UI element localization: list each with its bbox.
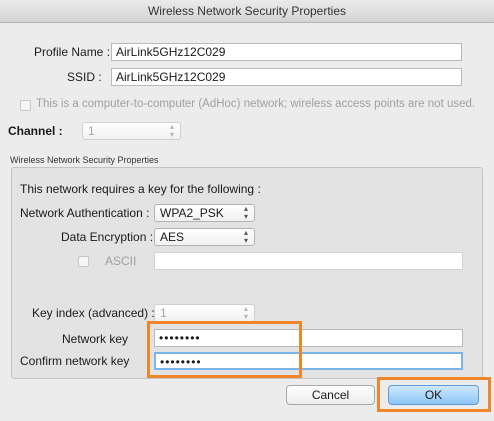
window-title-bar: Wireless Network Security Properties: [0, 0, 494, 23]
confirm-network-key-label: Confirm network key: [20, 354, 130, 368]
network-key-label: Network key: [62, 332, 129, 346]
network-auth-select[interactable]: WPA2_PSK ▴ ▾: [154, 204, 255, 222]
updown-arrows-icon: ▴ ▾: [243, 204, 248, 221]
network-key-input[interactable]: ••••••••: [154, 329, 463, 347]
adhoc-checkbox[interactable]: [20, 100, 31, 111]
window-title: Wireless Network Security Properties: [147, 4, 347, 18]
channel-select[interactable]: 1 ▴ ▾: [82, 122, 181, 140]
data-encryption-label: Data Encryption :: [61, 230, 154, 244]
key-index-label: Key index (advanced) :: [32, 306, 155, 320]
ascii-checkbox[interactable]: [78, 256, 89, 267]
ascii-input[interactable]: [154, 252, 463, 270]
key-index-select[interactable]: 1 ▴ ▾: [154, 304, 255, 322]
requires-key-text: This network requires a key for the foll…: [20, 182, 261, 196]
ascii-label: ASCII: [105, 254, 137, 268]
ssid-label: SSID :: [67, 70, 102, 84]
adhoc-label: This is a computer-to-computer (AdHoc) n…: [36, 98, 476, 110]
key-index-value: 1: [160, 306, 167, 320]
data-encryption-value: AES: [160, 230, 185, 244]
network-auth-label: Network Authentication :: [20, 206, 150, 220]
profile-name-input[interactable]: AirLink5GHz12C029: [111, 43, 462, 61]
profile-name-label: Profile Name :: [34, 45, 111, 59]
ok-button[interactable]: OK: [388, 385, 479, 405]
security-group-box: [11, 167, 483, 379]
channel-value: 1: [88, 124, 95, 138]
channel-label: Channel :: [8, 124, 63, 138]
security-section-title: Wireless Network Security Properties: [10, 155, 159, 165]
data-encryption-select[interactable]: AES ▴ ▾: [154, 228, 255, 246]
cancel-button[interactable]: Cancel: [286, 385, 375, 405]
updown-arrows-icon: ▴ ▾: [169, 122, 174, 139]
network-auth-value: WPA2_PSK: [160, 206, 224, 220]
updown-arrows-icon: ▴ ▾: [243, 228, 248, 245]
updown-arrows-icon: ▴ ▾: [243, 304, 248, 321]
ssid-input[interactable]: AirLink5GHz12C029: [111, 68, 462, 86]
confirm-network-key-input[interactable]: ••••••••: [154, 352, 463, 370]
